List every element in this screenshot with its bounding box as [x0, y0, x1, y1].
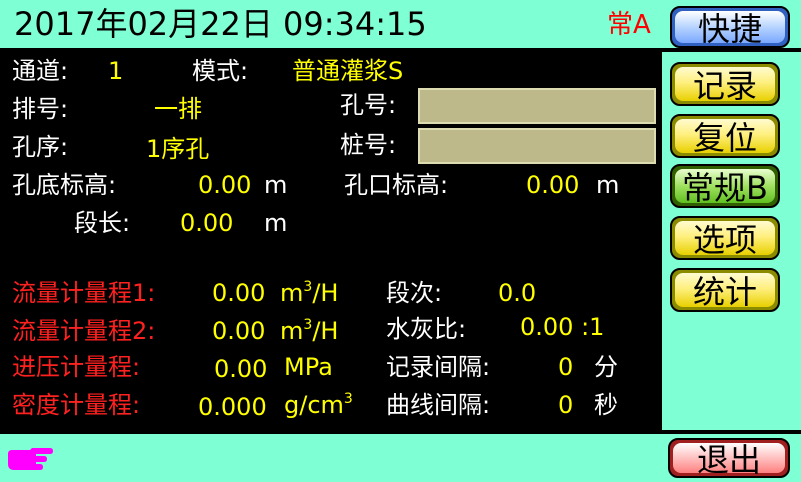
segment-no-label: 段次: — [386, 279, 443, 307]
sidebar: 记录 复位 常规B 选项 统计 — [662, 52, 801, 430]
stats-button[interactable]: 统计 — [670, 268, 780, 312]
bottom-elev-label: 孔底标高: — [12, 171, 117, 199]
flow-range2-label: 流量计量程2: — [12, 317, 156, 345]
mode-value[interactable]: 普通灌浆S — [292, 56, 403, 86]
datetime-display: 2017年02月22日 09:34:15 — [14, 5, 427, 43]
flow-range1-unit: m3/H — [280, 278, 338, 308]
density-range-unit-sup: 3 — [343, 391, 353, 407]
record-button-label: 记录 — [692, 67, 757, 105]
pressure-range-value[interactable]: 0.00 — [214, 354, 267, 384]
stats-button-label: 统计 — [692, 273, 757, 311]
normal-mode-button-label: 常规B — [682, 169, 768, 207]
flow-range2-value[interactable]: 0.00 — [212, 316, 265, 346]
record-button[interactable]: 记录 — [670, 62, 780, 106]
segment-len-label: 段长: — [74, 209, 131, 237]
hand-pointer-icon — [8, 448, 53, 470]
density-range-label: 密度计量程: — [12, 391, 141, 419]
pressure-range-label: 进压计量程: — [12, 353, 141, 381]
row-value[interactable]: 一排 — [154, 94, 202, 124]
mode-indicator: 常A — [607, 10, 651, 40]
bottom-elev-value[interactable]: 0.00 — [198, 170, 251, 200]
segment-len-unit: m — [264, 209, 288, 237]
curve-interval-unit: 秒 — [594, 391, 618, 419]
flow-range2-unit-tail: /H — [312, 317, 339, 345]
hole-seq-value[interactable]: 1序孔 — [146, 134, 209, 164]
quick-button-label: 快捷 — [697, 10, 762, 48]
exit-button-label: 退出 — [696, 441, 761, 479]
row-label: 排号: — [12, 95, 69, 123]
top-elev-label: 孔口标高: — [344, 171, 449, 199]
wc-ratio-value[interactable]: 0.00 :1 — [520, 312, 604, 342]
segment-len-value[interactable]: 0.00 — [180, 208, 233, 238]
channel-value[interactable]: 1 — [108, 56, 123, 86]
flow-range1-unit-tail: /H — [312, 279, 339, 307]
options-button[interactable]: 选项 — [670, 216, 780, 260]
reset-button-label: 复位 — [692, 119, 757, 157]
hole-no-label: 孔号: — [340, 91, 397, 119]
flow-range1-unit-base: m — [280, 279, 304, 307]
main-panel: 通道: 1 模式: 普通灌浆S 排号: 一排 孔号: 孔序: 1序孔 桩号: 孔… — [4, 52, 660, 430]
bottom-elev-unit: m — [264, 171, 288, 199]
flow-range1-label: 流量计量程1: — [12, 279, 156, 307]
footer-bar: 退出 — [0, 432, 801, 482]
pile-no-field[interactable] — [418, 128, 656, 164]
record-interval-label: 记录间隔: — [386, 353, 491, 381]
density-range-unit: g/cm3 — [284, 390, 353, 420]
flow-range1-value[interactable]: 0.00 — [212, 278, 265, 308]
hole-no-field[interactable] — [418, 88, 656, 124]
flow-range1-unit-sup: 3 — [303, 279, 313, 295]
flow-range2-unit-base: m — [280, 317, 304, 345]
flow-range2-unit-sup: 3 — [303, 317, 313, 333]
curve-interval-label: 曲线间隔: — [386, 391, 491, 419]
hole-seq-label: 孔序: — [12, 133, 69, 161]
pressure-range-unit: MPa — [284, 353, 333, 381]
exit-button[interactable]: 退出 — [668, 438, 790, 479]
record-interval-value[interactable]: 0 — [558, 352, 573, 382]
top-elev-value[interactable]: 0.00 — [526, 170, 579, 200]
curve-interval-value[interactable]: 0 — [558, 390, 573, 420]
wc-ratio-label: 水灰比: — [386, 315, 467, 343]
reset-button[interactable]: 复位 — [670, 114, 780, 158]
flow-range2-unit: m3/H — [280, 316, 338, 346]
density-range-value[interactable]: 0.000 — [198, 392, 267, 422]
channel-label: 通道: — [12, 57, 69, 85]
pile-no-label: 桩号: — [340, 131, 397, 159]
title-bar: 2017年02月22日 09:34:15 常A 快捷 — [0, 0, 801, 50]
record-interval-unit: 分 — [594, 353, 618, 381]
density-range-unit-base: g/cm — [284, 391, 344, 419]
options-button-label: 选项 — [692, 221, 757, 259]
quick-button[interactable]: 快捷 — [670, 6, 790, 48]
segment-no-value[interactable]: 0.0 — [498, 278, 536, 308]
top-elev-unit: m — [596, 171, 620, 199]
normal-mode-button[interactable]: 常规B — [670, 164, 780, 208]
mode-label: 模式: — [192, 57, 249, 85]
